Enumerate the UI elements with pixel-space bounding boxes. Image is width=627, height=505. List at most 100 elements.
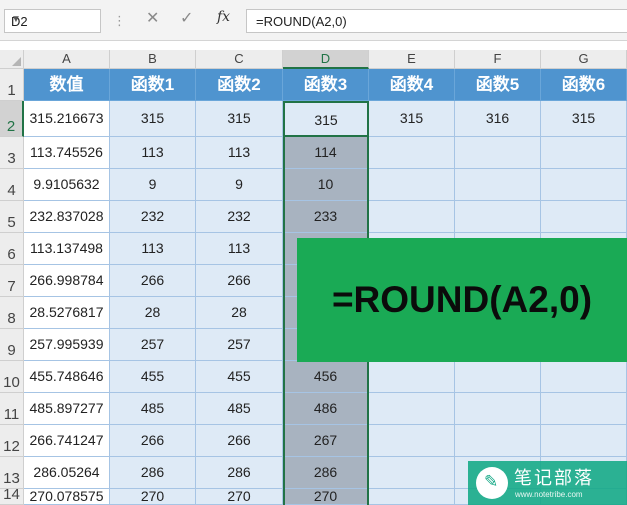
cell[interactable]: 456	[283, 361, 369, 393]
cell[interactable]: 270	[283, 489, 369, 505]
cell[interactable]: 266	[196, 265, 283, 297]
row-header-7[interactable]: 7	[0, 265, 24, 297]
cell[interactable]: 286	[110, 457, 196, 489]
cell[interactable]: 270	[196, 489, 283, 505]
name-box[interactable]: D2 ▼	[4, 9, 101, 33]
cell[interactable]: 266	[110, 265, 196, 297]
row-header-12[interactable]: 12	[0, 425, 24, 457]
row-header-9[interactable]: 9	[0, 329, 24, 361]
cell[interactable]	[455, 169, 541, 201]
cell[interactable]: 270	[110, 489, 196, 505]
cell[interactable]: 455	[110, 361, 196, 393]
cell[interactable]	[369, 137, 455, 169]
column-header-b[interactable]: B	[110, 50, 196, 69]
cell[interactable]	[455, 393, 541, 425]
chevron-down-icon[interactable]: ▼	[11, 14, 96, 25]
column-header-d[interactable]: D	[283, 50, 369, 69]
cancel-icon[interactable]: ✕	[146, 8, 159, 28]
cell[interactable]: 270.078575	[24, 489, 110, 505]
cell[interactable]	[455, 137, 541, 169]
more-options-icon[interactable]: ⋮	[113, 13, 126, 29]
header-cell[interactable]: 数值	[24, 69, 110, 101]
cell[interactable]	[455, 425, 541, 457]
cell[interactable]: 267	[283, 425, 369, 457]
cell[interactable]: 315	[369, 101, 455, 137]
cell[interactable]	[541, 137, 627, 169]
cell[interactable]: 455	[196, 361, 283, 393]
cell[interactable]	[541, 169, 627, 201]
formula-input[interactable]: =ROUND(A2,0)	[246, 9, 627, 33]
row-header-6[interactable]: 6	[0, 233, 24, 265]
cell[interactable]	[369, 393, 455, 425]
cell[interactable]: 28	[110, 297, 196, 329]
cell[interactable]: 113	[196, 233, 283, 265]
cell[interactable]: 315.216673	[24, 101, 110, 137]
cell[interactable]	[541, 393, 627, 425]
insert-function-icon[interactable]: fx	[217, 9, 230, 25]
cell[interactable]	[541, 425, 627, 457]
cell[interactable]: 315	[110, 101, 196, 137]
cell[interactable]: 315	[283, 101, 369, 137]
row-header-5[interactable]: 5	[0, 201, 24, 233]
cell[interactable]: 28	[196, 297, 283, 329]
row-header-3[interactable]: 3	[0, 137, 24, 169]
row-header-14[interactable]: 14	[0, 487, 24, 505]
row-header-2[interactable]: 2	[0, 101, 24, 137]
cell[interactable]: 266	[196, 425, 283, 457]
cell[interactable]: 315	[541, 101, 627, 137]
cell[interactable]: 232	[196, 201, 283, 233]
cell[interactable]	[369, 457, 455, 489]
row-header-10[interactable]: 10	[0, 361, 24, 393]
cell[interactable]: 266	[110, 425, 196, 457]
cell[interactable]: 233	[283, 201, 369, 233]
cell[interactable]: 486	[283, 393, 369, 425]
header-cell[interactable]: 函数4	[369, 69, 455, 101]
cell[interactable]: 257.995939	[24, 329, 110, 361]
cell[interactable]: 485	[196, 393, 283, 425]
cell[interactable]: 286	[196, 457, 283, 489]
cell[interactable]: 266.998784	[24, 265, 110, 297]
row-header-8[interactable]: 8	[0, 297, 24, 329]
column-header-f[interactable]: F	[455, 50, 541, 69]
select-all-button[interactable]	[0, 50, 24, 69]
cell[interactable]: 315	[196, 101, 283, 137]
header-cell[interactable]: 函数2	[196, 69, 283, 101]
cell[interactable]: 113	[196, 137, 283, 169]
cell[interactable]: 113.745526	[24, 137, 110, 169]
cell[interactable]	[455, 361, 541, 393]
cell[interactable]: 286	[283, 457, 369, 489]
enter-icon[interactable]: ✓	[180, 8, 193, 28]
cell[interactable]	[369, 425, 455, 457]
cell[interactable]	[369, 489, 455, 505]
cell[interactable]: 28.5276817	[24, 297, 110, 329]
cell[interactable]: 257	[196, 329, 283, 361]
cell[interactable]: 113.137498	[24, 233, 110, 265]
cell[interactable]: 485.897277	[24, 393, 110, 425]
header-cell[interactable]: 函数6	[541, 69, 627, 101]
cell[interactable]: 286.05264	[24, 457, 110, 489]
header-cell[interactable]: 函数3	[283, 69, 369, 101]
cell[interactable]	[455, 201, 541, 233]
column-header-g[interactable]: G	[541, 50, 627, 69]
cell[interactable]: 232	[110, 201, 196, 233]
row-header-1[interactable]: 1	[0, 69, 24, 101]
cell[interactable]: 9.9105632	[24, 169, 110, 201]
cell[interactable]: 113	[110, 233, 196, 265]
row-header-11[interactable]: 11	[0, 393, 24, 425]
cell[interactable]	[541, 361, 627, 393]
row-header-4[interactable]: 4	[0, 169, 24, 201]
cell[interactable]: 257	[110, 329, 196, 361]
header-cell[interactable]: 函数1	[110, 69, 196, 101]
cell[interactable]: 10	[283, 169, 369, 201]
cell[interactable]: 9	[196, 169, 283, 201]
column-header-c[interactable]: C	[196, 50, 283, 69]
column-header-e[interactable]: E	[369, 50, 455, 69]
cell[interactable]: 113	[110, 137, 196, 169]
header-cell[interactable]: 函数5	[455, 69, 541, 101]
cell[interactable]: 9	[110, 169, 196, 201]
cell[interactable]: 316	[455, 101, 541, 137]
cell[interactable]	[369, 169, 455, 201]
cell[interactable]: 114	[283, 137, 369, 169]
cell[interactable]	[541, 201, 627, 233]
row-header-13[interactable]: 13	[0, 457, 24, 489]
